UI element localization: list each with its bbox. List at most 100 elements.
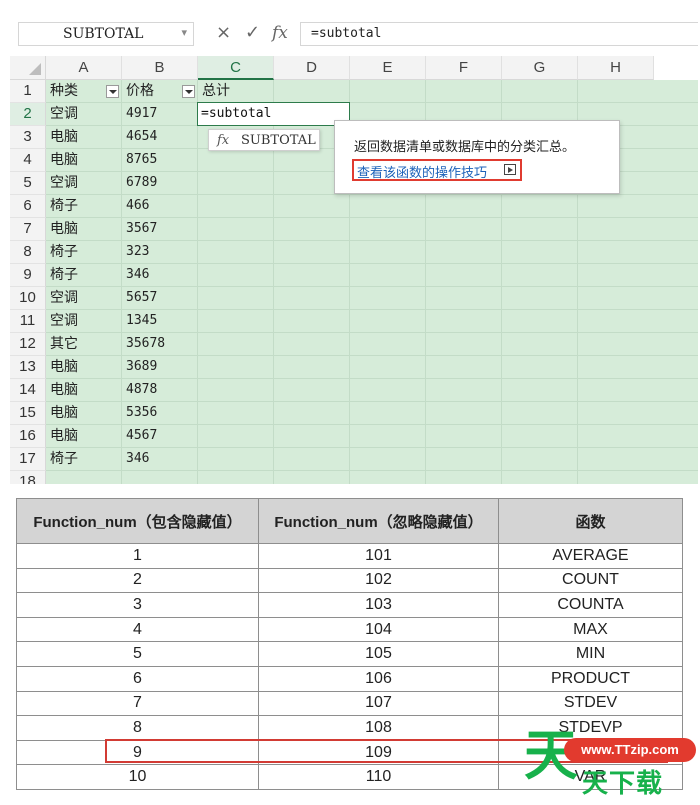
cell-b8[interactable]: 323 xyxy=(126,241,149,263)
table-cell: MAX xyxy=(498,616,683,643)
table-cell: MIN xyxy=(498,641,683,667)
column-header-c[interactable]: C xyxy=(198,56,274,80)
table-cell: 5 xyxy=(16,641,259,667)
cell-b1[interactable]: 价格 xyxy=(126,80,154,102)
cell-a8[interactable]: 椅子 xyxy=(50,241,78,263)
cell-a11[interactable]: 空调 xyxy=(50,310,78,332)
cell-a2[interactable]: 空调 xyxy=(50,103,78,125)
cell-b11[interactable]: 1345 xyxy=(126,310,157,332)
column-header-g[interactable]: G xyxy=(502,56,578,80)
table-header-2: Function_num（忽略隐藏值） xyxy=(258,498,499,544)
watermark-logo: 天 www.TTzip.com 天下载 xyxy=(520,726,700,805)
cell-a9[interactable]: 椅子 xyxy=(50,264,78,286)
row-header-16[interactable]: 16 xyxy=(10,425,46,448)
tips-link-label: 查看该函数的操作技巧 xyxy=(357,166,488,181)
table-row: 1 101 AVERAGE xyxy=(16,543,683,569)
cell-a4[interactable]: 电脑 xyxy=(50,149,78,171)
table-cell: 102 xyxy=(258,567,499,594)
active-cell-c2[interactable]: =subtotal xyxy=(197,102,350,126)
chevron-down-icon[interactable]: ▾ xyxy=(181,26,187,39)
enter-icon[interactable]: ✓ xyxy=(245,22,260,44)
cell-a13[interactable]: 电脑 xyxy=(50,356,78,378)
cell-b13[interactable]: 3689 xyxy=(126,356,157,378)
row-header-10[interactable]: 10 xyxy=(10,287,46,310)
filter-dropdown-a[interactable] xyxy=(106,85,119,98)
table-header-1: Function_num（包含隐藏值） xyxy=(16,498,259,544)
cell-a10[interactable]: 空调 xyxy=(50,287,78,309)
table-row: 3 103 COUNTA xyxy=(16,592,683,618)
row-header-5[interactable]: 5 xyxy=(10,172,46,195)
row-header-12[interactable]: 12 xyxy=(10,333,46,356)
row-header-11[interactable]: 11 xyxy=(10,310,46,333)
cell-b2[interactable]: 4917 xyxy=(126,103,157,125)
grid-line xyxy=(46,470,698,471)
row-header-2[interactable]: 2 xyxy=(10,103,46,126)
column-header-e[interactable]: E xyxy=(350,56,426,80)
cell-b6[interactable]: 466 xyxy=(126,195,149,217)
table-cell: 2 xyxy=(16,567,259,594)
table-cell: 104 xyxy=(258,616,499,643)
column-header-a[interactable]: A xyxy=(46,56,122,80)
cell-b9[interactable]: 346 xyxy=(126,264,149,286)
table-cell: 4 xyxy=(16,616,259,643)
row-header-8[interactable]: 8 xyxy=(10,241,46,264)
cell-a7[interactable]: 电脑 xyxy=(50,218,78,240)
formula-bar-value: =subtotal xyxy=(311,26,382,41)
column-header-f[interactable]: F xyxy=(426,56,502,80)
formula-toolbar: SUBTOTAL ▾ × ✓ fx =subtotal xyxy=(10,10,698,56)
cell-b10[interactable]: 5657 xyxy=(126,287,157,309)
row-header-14[interactable]: 14 xyxy=(10,379,46,402)
cell-a15[interactable]: 电脑 xyxy=(50,402,78,424)
select-all-corner[interactable] xyxy=(10,56,46,80)
row-header-4[interactable]: 4 xyxy=(10,149,46,172)
cell-c1[interactable]: 总计 xyxy=(202,80,230,102)
row-header-17[interactable]: 17 xyxy=(10,448,46,471)
cell-a6[interactable]: 椅子 xyxy=(50,195,78,217)
active-cell-text: =subtotal xyxy=(201,106,272,121)
row-header-15[interactable]: 15 xyxy=(10,402,46,425)
cell-a14[interactable]: 电脑 xyxy=(50,379,78,401)
row-header-1[interactable]: 1 xyxy=(10,80,46,103)
column-header-h[interactable]: H xyxy=(578,56,654,80)
row-header-3[interactable]: 3 xyxy=(10,126,46,149)
cell-b4[interactable]: 8765 xyxy=(126,149,157,171)
table-cell: 106 xyxy=(258,665,499,692)
cell-b7[interactable]: 3567 xyxy=(126,218,157,240)
autocomplete-suggestion[interactable]: fx SUBTOTAL xyxy=(208,129,320,151)
cancel-icon[interactable]: × xyxy=(216,22,231,44)
table-cell: 103 xyxy=(258,592,499,618)
insert-function-icon[interactable]: fx xyxy=(272,22,288,44)
cell-a5[interactable]: 空调 xyxy=(50,172,78,194)
tips-link[interactable]: 查看该函数的操作技巧 xyxy=(352,159,522,181)
cell-b5[interactable]: 6789 xyxy=(126,172,157,194)
cell-b17[interactable]: 346 xyxy=(126,448,149,470)
cell-a3[interactable]: 电脑 xyxy=(50,126,78,148)
cell-a12[interactable]: 其它 xyxy=(50,333,78,355)
formula-bar[interactable]: =subtotal xyxy=(300,22,698,46)
table-cell: 105 xyxy=(258,641,499,667)
table-cell: 10 xyxy=(16,764,259,790)
table-cell: COUNT xyxy=(498,567,683,594)
table-row: 6 106 PRODUCT xyxy=(16,665,683,692)
cells-area[interactable]: 种类 价格 总计空调 4917 电脑 4654 电脑 8765 空调 6789 椅子 466 电脑 356… xyxy=(46,80,698,484)
column-header-d[interactable]: D xyxy=(274,56,350,80)
cell-a1[interactable]: 种类 xyxy=(50,80,78,102)
row-header-9[interactable]: 9 xyxy=(10,264,46,287)
watermark-url: www.TTzip.com xyxy=(564,738,696,762)
row-header-18[interactable]: 18 xyxy=(10,471,46,484)
name-box[interactable]: SUBTOTAL ▾ xyxy=(18,22,194,46)
cell-a16[interactable]: 电脑 xyxy=(50,425,78,447)
row-header-7[interactable]: 7 xyxy=(10,218,46,241)
column-header-b[interactable]: B xyxy=(122,56,198,80)
cell-b16[interactable]: 4567 xyxy=(126,425,157,447)
filter-dropdown-b[interactable] xyxy=(182,85,195,98)
row-header-6[interactable]: 6 xyxy=(10,195,46,218)
cell-b3[interactable]: 4654 xyxy=(126,126,157,148)
table-row: 7 107 STDEV xyxy=(16,690,683,717)
cell-a17[interactable]: 椅子 xyxy=(50,448,78,470)
cell-b14[interactable]: 4878 xyxy=(126,379,157,401)
table-cell: COUNTA xyxy=(498,592,683,618)
cell-b12[interactable]: 35678 xyxy=(126,333,165,355)
cell-b15[interactable]: 5356 xyxy=(126,402,157,424)
row-header-13[interactable]: 13 xyxy=(10,356,46,379)
